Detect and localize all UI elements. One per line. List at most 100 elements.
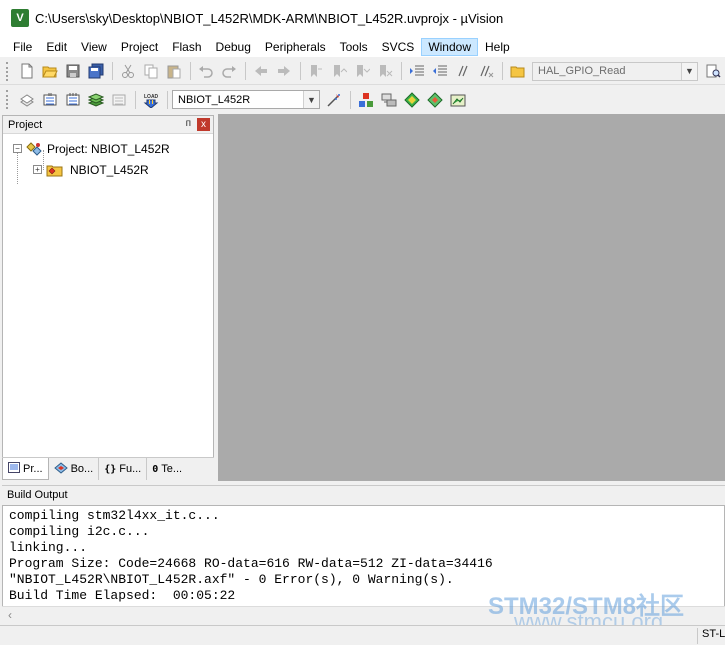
menu-svcs[interactable]: SVCS xyxy=(375,38,422,56)
download-icon[interactable]: LOAD xyxy=(140,89,162,111)
nav-forward-icon[interactable] xyxy=(273,60,295,82)
stop-build-icon[interactable] xyxy=(108,89,130,111)
load-label: LOAD xyxy=(144,94,159,100)
toolbar-separator xyxy=(300,62,301,80)
clear-bookmarks-icon[interactable] xyxy=(374,60,396,82)
redo-icon[interactable] xyxy=(218,60,240,82)
uvision-app-icon: V xyxy=(11,9,29,27)
uncomment-icon[interactable] xyxy=(475,60,497,82)
target-options-icon[interactable] xyxy=(323,89,345,111)
build-line: compiling i2c.c... xyxy=(9,524,150,539)
toolbar-separator xyxy=(245,62,246,80)
build-output-header: Build Output xyxy=(2,485,725,504)
templates-tab-icon: 0 xyxy=(152,463,159,475)
find-combo[interactable]: HAL_GPIO_Read ▼ xyxy=(532,61,698,81)
menu-flash[interactable]: Flash xyxy=(165,38,208,56)
menu-tools[interactable]: Tools xyxy=(333,38,375,56)
open-file-icon[interactable] xyxy=(39,60,61,82)
toolbar-grip[interactable] xyxy=(6,61,10,81)
menu-bar: File Edit View Project Flash Debug Perip… xyxy=(0,36,725,57)
target-select[interactable]: NBIOT_L452R ▼ xyxy=(172,90,320,109)
title-bar: V C:\Users\sky\Desktop\NBIOT_L452R\MDK-A… xyxy=(0,0,725,36)
project-panel-title: Project xyxy=(8,118,43,131)
close-icon[interactable]: x xyxy=(197,118,210,131)
expand-icon[interactable]: + xyxy=(33,165,42,174)
unindent-icon[interactable] xyxy=(429,60,451,82)
file-toolbar: HAL_GPIO_Read ▼ xyxy=(0,58,725,85)
cut-icon[interactable] xyxy=(117,60,139,82)
translate-icon[interactable] xyxy=(16,89,38,111)
menu-edit[interactable]: Edit xyxy=(39,38,74,56)
books-tab-icon xyxy=(53,461,68,477)
pin-icon[interactable]: ᴨ xyxy=(186,118,191,129)
next-bookmark-icon[interactable] xyxy=(351,60,373,82)
select-packs-icon[interactable] xyxy=(401,89,423,111)
project-root-icon xyxy=(26,141,42,156)
paste-icon[interactable] xyxy=(163,60,185,82)
collapse-icon[interactable]: − xyxy=(13,144,22,153)
tab-functions[interactable]: {} Fu... xyxy=(99,458,148,480)
tab-project-label: Pr... xyxy=(23,462,43,475)
tab-project[interactable]: Pr... xyxy=(2,458,49,480)
toolbar-separator xyxy=(112,62,113,80)
functions-tab-icon: {} xyxy=(104,463,117,475)
pack-installer-icon[interactable] xyxy=(378,89,400,111)
menu-project[interactable]: Project xyxy=(114,38,165,56)
toolbar-grip[interactable] xyxy=(6,90,10,109)
project-root-label: Project: NBIOT_L452R xyxy=(47,141,170,156)
tree-root[interactable]: − Project: NBIOT_L452R xyxy=(3,138,213,159)
build-icon[interactable] xyxy=(39,89,61,111)
bookmark-icon[interactable] xyxy=(305,60,327,82)
toolbar-separator xyxy=(167,90,168,109)
project-panel: Project ᴨ x − Project: NBIOT_L452R + NBI… xyxy=(2,115,214,481)
build-toolbar: LOAD NBIOT_L452R ▼ xyxy=(0,86,478,113)
status-bar: ST-Link Debugger xyxy=(0,625,725,645)
toolbar-separator xyxy=(135,90,136,109)
toolbar-separator xyxy=(190,62,191,80)
chevron-down-icon[interactable]: ▼ xyxy=(303,91,319,108)
editor-area[interactable] xyxy=(218,114,725,481)
indent-icon[interactable] xyxy=(406,60,428,82)
menu-peripherals[interactable]: Peripherals xyxy=(258,38,333,56)
comment-icon[interactable] xyxy=(452,60,474,82)
tree-target[interactable]: + NBIOT_L452R xyxy=(3,159,213,180)
find-in-files-icon[interactable] xyxy=(507,60,529,82)
tab-books-label: Bo... xyxy=(70,463,94,475)
window-title: C:\Users\sky\Desktop\NBIOT_L452R\MDK-ARM… xyxy=(35,10,504,26)
find-icon[interactable] xyxy=(702,60,724,82)
manage-project-icon[interactable] xyxy=(447,89,469,111)
toolbar-separator xyxy=(401,62,402,80)
manage-components-icon[interactable] xyxy=(355,89,377,111)
chevron-down-icon[interactable]: ▼ xyxy=(681,62,697,80)
undo-icon[interactable] xyxy=(195,60,217,82)
batch-build-icon[interactable] xyxy=(85,89,107,111)
debugger-status: ST-Link Debugger xyxy=(697,628,725,644)
new-file-icon[interactable] xyxy=(16,60,38,82)
build-output-title: Build Output xyxy=(7,489,68,501)
target-folder-icon xyxy=(46,163,64,177)
tab-templates-label: Te... xyxy=(161,463,183,475)
run-time-env-icon[interactable] xyxy=(424,89,446,111)
nav-back-icon[interactable] xyxy=(250,60,272,82)
save-all-icon[interactable] xyxy=(85,60,107,82)
toolbar-separator xyxy=(502,62,503,80)
scroll-left-icon[interactable]: ‹ xyxy=(8,608,12,622)
prev-bookmark-icon[interactable] xyxy=(328,60,350,82)
tab-books[interactable]: Bo... xyxy=(49,458,100,480)
menu-file[interactable]: File xyxy=(6,38,39,56)
rebuild-icon[interactable] xyxy=(62,89,84,111)
save-icon[interactable] xyxy=(62,60,84,82)
build-line: linking... xyxy=(9,540,88,555)
project-tab-icon xyxy=(8,461,20,476)
menu-debug[interactable]: Debug xyxy=(209,38,258,56)
build-line: Program Size: Code=24668 RO-data=616 RW-… xyxy=(9,556,493,571)
menu-view[interactable]: View xyxy=(74,38,114,56)
tab-templates[interactable]: 0 Te... xyxy=(147,458,187,480)
menu-help[interactable]: Help xyxy=(478,38,517,56)
project-tree: − Project: NBIOT_L452R + NBIOT_L452R xyxy=(3,134,213,184)
target-label: NBIOT_L452R xyxy=(70,162,149,177)
project-panel-tabs: Pr... Bo... {} Fu... 0 Te... xyxy=(2,457,214,481)
menu-window[interactable]: Window xyxy=(421,37,478,56)
target-select-value: NBIOT_L452R xyxy=(178,93,251,106)
copy-icon[interactable] xyxy=(140,60,162,82)
